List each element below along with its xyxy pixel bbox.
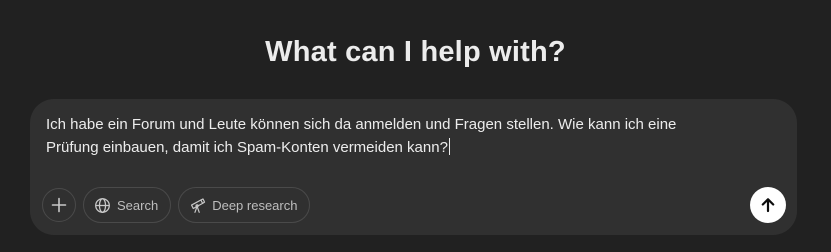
send-button[interactable] — [750, 187, 786, 223]
text-caret — [448, 138, 450, 155]
deep-research-button-label: Deep research — [212, 197, 298, 213]
globe-icon — [94, 197, 111, 214]
telescope-icon — [189, 197, 206, 214]
prompt-line-2-text: Prüfung einbauen, damit ich Spam-Konten … — [46, 139, 448, 156]
page-title: What can I help with? — [265, 36, 566, 68]
search-button[interactable]: Search — [83, 187, 172, 223]
plus-icon — [51, 197, 67, 213]
deep-research-button[interactable]: Deep research — [178, 187, 311, 223]
prompt-composer[interactable]: Ich habe ein Forum und Leute können sich… — [30, 99, 797, 235]
composer-toolbar: Search Deep research — [42, 187, 311, 223]
add-attachment-button[interactable] — [42, 188, 76, 222]
arrow-up-icon — [759, 196, 777, 214]
prompt-input[interactable]: Ich habe ein Forum und Leute können sich… — [46, 113, 746, 159]
chat-home: What can I help with? Ich habe ein Forum… — [0, 0, 831, 252]
search-button-label: Search — [117, 197, 159, 213]
prompt-line-1: Ich habe ein Forum und Leute können sich… — [46, 116, 677, 133]
prompt-line-2: Prüfung einbauen, damit ich Spam-Konten … — [46, 136, 746, 159]
